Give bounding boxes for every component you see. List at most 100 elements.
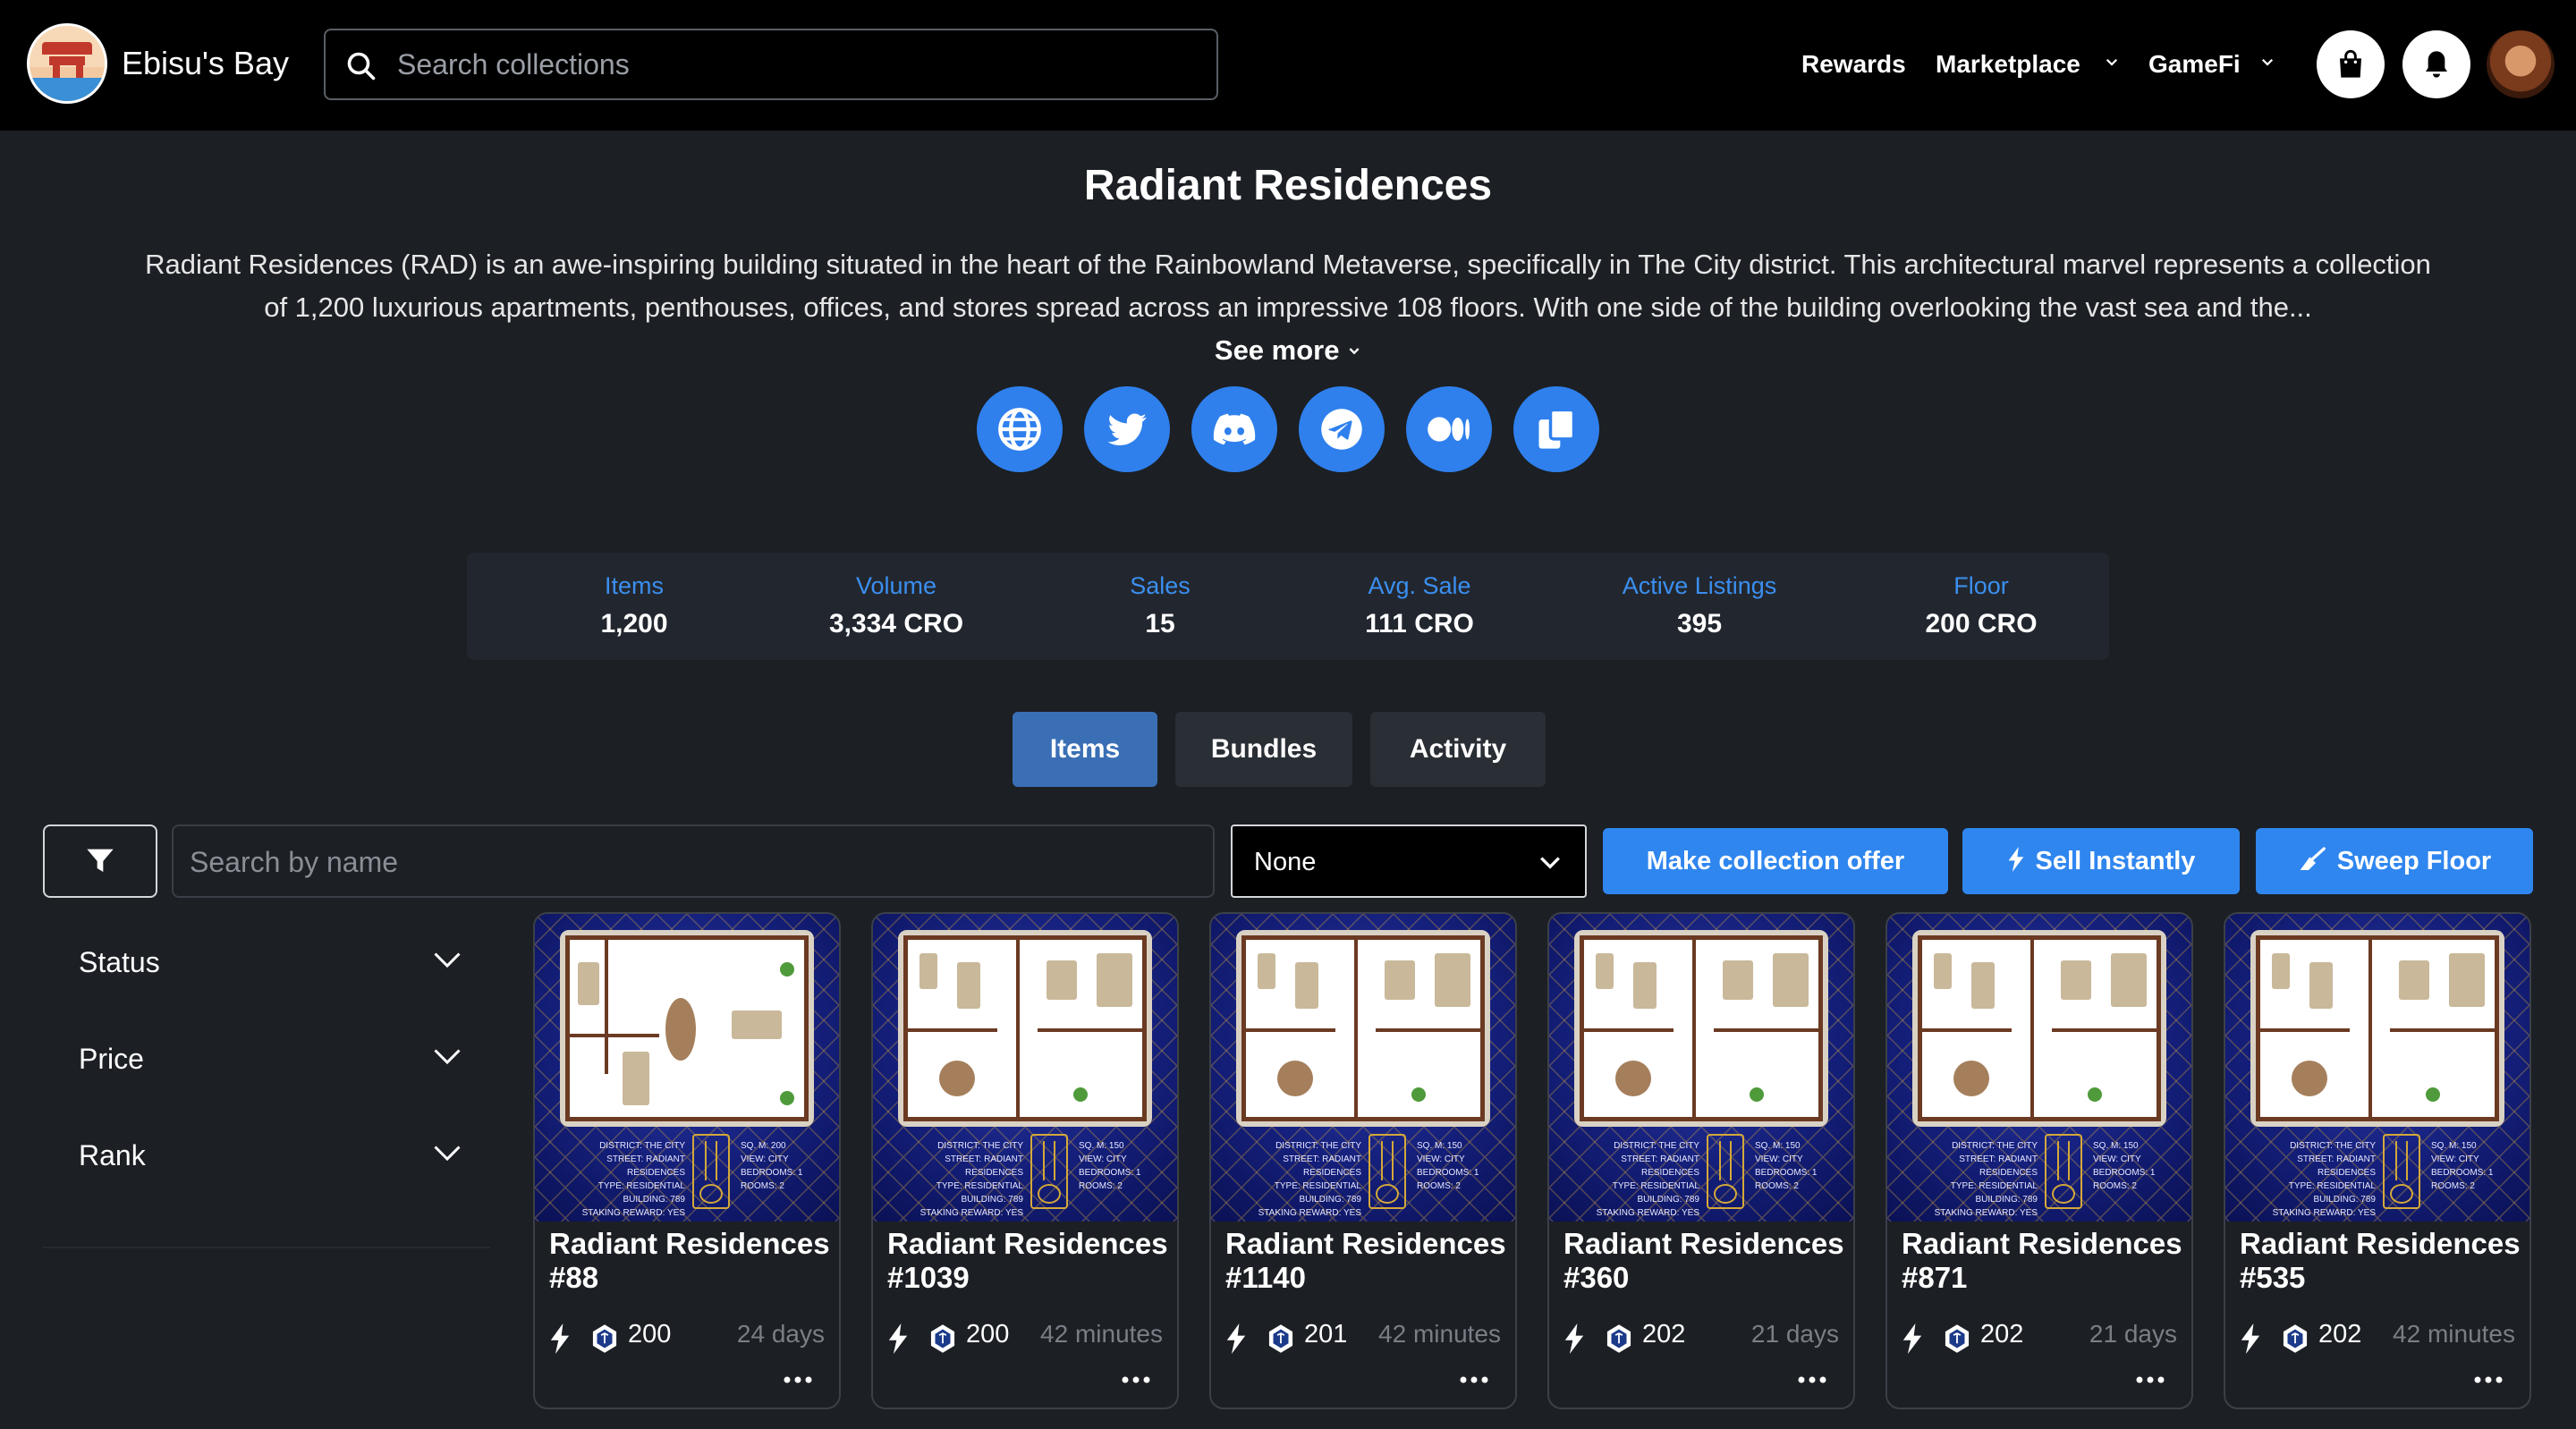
building-emblem [2383,1134,2420,1209]
name-search-input[interactable] [190,841,1191,884]
brand-name[interactable]: Ebisu's Bay [122,45,289,82]
nft-image[interactable]: DISTRICT: THE CITY STREET: RADIANT RESIDE… [873,914,1177,1222]
nft-attributes-left: DISTRICT: THE CITY STREET: RADIANT RESIDE… [889,1139,1023,1220]
ebisus-bay-logo[interactable] [27,23,107,104]
attribute-text: DISTRICT: THE CITY [1614,1141,1699,1151]
attribute-text: VIEW: CITY [2431,1154,2479,1164]
user-avatar[interactable] [2487,30,2555,98]
attribute-text: BEDROOMS: 1 [2431,1168,2494,1178]
nft-card[interactable]: DISTRICT: THE CITY STREET: RADIANT RESIDE… [1209,912,1517,1409]
more-options-icon[interactable] [1798,1375,1826,1384]
cart-button[interactable] [2317,30,2385,98]
filter-price[interactable]: Price [43,1027,463,1089]
top-navbar: Ebisu's Bay Rewards Marketplace GameFi [0,0,2576,131]
nft-name[interactable]: Radiant Residences #88 [549,1227,835,1295]
attribute-text: ROOMS: 2 [1755,1181,1799,1191]
attribute-text: ROOMS: 2 [2093,1181,2137,1191]
tab-items[interactable]: Items [1013,712,1157,787]
collection-search[interactable] [324,29,1218,100]
more-options-icon[interactable] [2474,1375,2503,1384]
stat-value: 15 [1145,609,1175,638]
attribute-text: BUILDING: 789 [1975,1195,2038,1205]
discord-icon [1213,413,1256,445]
medium-icon [1428,417,1470,442]
nft-image[interactable]: DISTRICT: THE CITY STREET: RADIANT RESIDE… [1887,914,2191,1222]
twitter-icon [1107,413,1147,445]
name-search[interactable] [172,824,1215,898]
search-icon [347,52,376,80]
see-more-link[interactable]: See more [0,334,2576,367]
nav-rewards[interactable]: Rewards [1801,50,1906,79]
cro-token-icon [1268,1324,1293,1353]
more-options-icon[interactable] [2136,1375,2165,1384]
sweep-floor-button[interactable]: Sweep Floor [2256,828,2533,894]
collection-description: Radiant Residences (RAD) is an awe-inspi… [145,249,2431,323]
tab-bundles[interactable]: Bundles [1175,712,1352,787]
more-options-icon[interactable] [1122,1375,1150,1384]
nft-card[interactable]: DISTRICT: THE CITY STREET: RADIANT RESIDE… [2224,912,2531,1409]
cro-token-icon [592,1324,617,1353]
filter-rank[interactable]: Rank [43,1123,463,1186]
filter-toggle-button[interactable] [43,824,157,898]
bolt-icon[interactable] [1563,1323,1585,1354]
chevron-down-icon[interactable] [2259,54,2275,70]
sell-instantly-button[interactable]: Sell Instantly [1962,828,2240,894]
bolt-icon[interactable] [1902,1323,1923,1354]
building-emblem [692,1134,730,1209]
attribute-text: STAKING REWARD: YES [581,1208,685,1218]
chevron-down-icon[interactable] [2104,54,2120,70]
stat-value: 1,200 [600,609,668,638]
chevron-down-icon [434,952,461,968]
attribute-text: ROOMS: 2 [741,1181,784,1191]
stat-sales: Sales 15 [1057,572,1263,639]
nft-card[interactable]: DISTRICT: THE CITY STREET: RADIANT RESIDE… [533,912,841,1409]
nft-name[interactable]: Radiant Residences #1140 [1225,1227,1512,1295]
bolt-icon[interactable] [2240,1323,2261,1354]
collection-search-input[interactable] [397,43,1184,86]
attribute-text: STREET: RADIANT RESIDENCES [1959,1154,2038,1178]
nft-price: 201 [1304,1320,1348,1349]
nft-attributes-left: DISTRICT: THE CITY STREET: RADIANT RESIDE… [1227,1139,1361,1220]
attribute-text: BUILDING: 789 [623,1195,685,1205]
medium-link[interactable] [1406,386,1492,472]
telegram-link[interactable] [1299,386,1385,472]
nft-image[interactable]: DISTRICT: THE CITY STREET: RADIANT RESIDE… [1211,914,1515,1222]
more-options-icon[interactable] [784,1375,812,1384]
stat-volume: Volume 3,334 CRO [775,572,1017,639]
attribute-text: DISTRICT: THE CITY [1275,1141,1361,1151]
nft-name[interactable]: Radiant Residences #1039 [887,1227,1174,1295]
filter-status[interactable]: Status [43,930,463,993]
bolt-icon[interactable] [549,1323,571,1354]
nft-card[interactable]: DISTRICT: THE CITY STREET: RADIANT RESIDE… [1547,912,1855,1409]
nft-card[interactable]: DISTRICT: THE CITY STREET: RADIANT RESIDE… [1885,912,2193,1409]
stat-label: Active Listings [1622,572,1777,599]
discord-link[interactable] [1191,386,1277,472]
stat-label: Avg. Sale [1368,572,1471,599]
nft-card[interactable]: DISTRICT: THE CITY STREET: RADIANT RESIDE… [871,912,1179,1409]
bolt-icon[interactable] [887,1323,909,1354]
sort-select[interactable]: None [1231,824,1587,898]
copy-link[interactable] [1513,386,1599,472]
nft-name[interactable]: Radiant Residences #360 [1563,1227,1850,1295]
nft-image[interactable]: DISTRICT: THE CITY STREET: RADIANT RESIDE… [2225,914,2529,1222]
tab-activity[interactable]: Activity [1370,712,1546,787]
nft-attributes-right: SQ. M: 150 VIEW: CITY BEDROOMS: 1 ROOMS: 2 [1079,1139,1177,1193]
nav-marketplace[interactable]: Marketplace [1936,50,2080,79]
more-options-icon[interactable] [1460,1375,1488,1384]
nft-name[interactable]: Radiant Residences #871 [1902,1227,2188,1295]
nft-image[interactable]: DISTRICT: THE CITY STREET: RADIANT RESIDE… [535,914,839,1222]
notifications-button[interactable] [2402,30,2470,98]
attribute-text: TYPE: RESIDENTIAL [1612,1181,1699,1191]
make-collection-offer-button[interactable]: Make collection offer [1603,828,1948,894]
stat-active-listings: Active Listings 395 [1574,572,1825,639]
chevron-down-icon [1349,348,1360,355]
bolt-icon[interactable] [1225,1323,1247,1354]
nft-image[interactable]: DISTRICT: THE CITY STREET: RADIANT RESIDE… [1549,914,1853,1222]
twitter-link[interactable] [1084,386,1170,472]
website-link[interactable] [977,386,1063,472]
nft-attributes-left: DISTRICT: THE CITY STREET: RADIANT RESIDE… [1903,1139,2038,1220]
shopping-bag-icon [2340,49,2361,78]
nft-name[interactable]: Radiant Residences #535 [2240,1227,2526,1295]
nav-gamefi[interactable]: GameFi [2148,50,2241,79]
nft-attributes-right: SQ. M: 150 VIEW: CITY BEDROOMS: 1 ROOMS: 2 [1417,1139,1515,1193]
